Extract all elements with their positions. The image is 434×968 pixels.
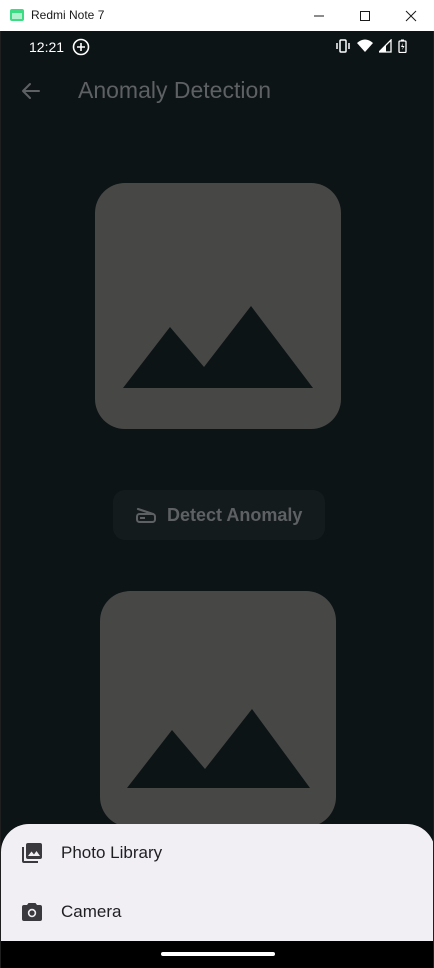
window-title: Redmi Note 7 xyxy=(31,8,105,22)
camera-icon xyxy=(22,903,42,921)
status-bar: 12:21 xyxy=(1,31,433,63)
navigation-bar xyxy=(1,941,433,968)
detect-anomaly-label: Detect Anomaly xyxy=(167,504,303,525)
maximize-button[interactable] xyxy=(342,0,388,31)
window-titlebar: Redmi Note 7 xyxy=(0,0,434,32)
minimize-icon xyxy=(314,15,324,16)
arrow-back-icon[interactable] xyxy=(19,79,43,103)
photo-library-icon xyxy=(22,843,42,863)
detect-anomaly-button[interactable]: Detect Anomaly xyxy=(113,490,325,540)
result-image-placeholder xyxy=(100,591,336,827)
page-title: Anomaly Detection xyxy=(78,77,272,103)
phone-screen: 12:21 Anomaly Detection Detect Anomaly P… xyxy=(0,31,434,968)
camera-option[interactable]: Camera xyxy=(1,883,433,941)
vibrate-icon xyxy=(336,39,350,53)
image-icon xyxy=(127,709,310,788)
wifi-icon xyxy=(357,39,373,52)
android-app-icon xyxy=(10,9,24,21)
battery-charging-icon xyxy=(398,39,407,53)
status-time: 12:21 xyxy=(29,39,65,55)
maximize-icon xyxy=(360,10,370,21)
close-button[interactable] xyxy=(388,0,434,31)
home-gesture-handle[interactable] xyxy=(161,952,275,956)
image-icon xyxy=(123,306,313,388)
status-icons xyxy=(335,39,407,53)
photo-library-option[interactable]: Photo Library xyxy=(1,824,433,882)
minimize-button[interactable] xyxy=(296,0,342,31)
add-circle-icon xyxy=(72,38,90,56)
signal-icon xyxy=(379,39,392,53)
input-image-placeholder[interactable] xyxy=(95,183,341,429)
camera-label: Camera xyxy=(61,902,122,921)
close-icon xyxy=(405,10,417,21)
scanner-icon xyxy=(136,507,156,523)
photo-library-label: Photo Library xyxy=(61,843,163,862)
app-bar: Anomaly Detection xyxy=(1,63,433,119)
